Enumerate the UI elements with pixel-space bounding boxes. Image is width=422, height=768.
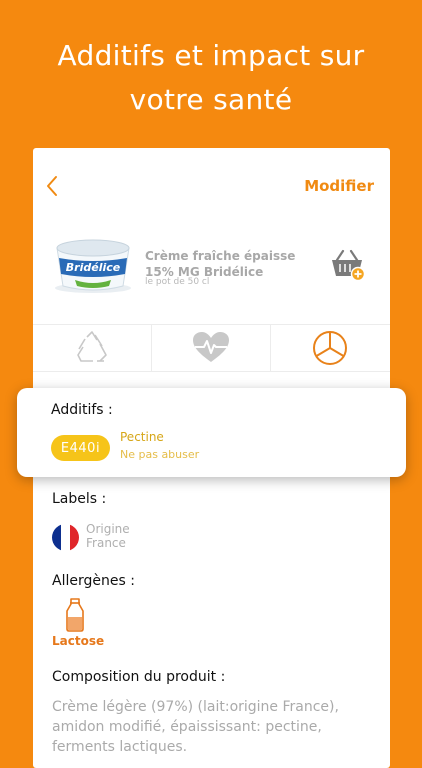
milk-bottle-icon: [66, 598, 84, 632]
composition-title: Composition du produit :: [52, 669, 226, 685]
additives-popup: Additifs : E440i Pectine Ne pas abuser: [17, 388, 406, 477]
tab-recycling[interactable]: [33, 325, 152, 371]
allergen-lactose: Lactose: [52, 634, 105, 648]
france-flag-icon: [52, 524, 79, 551]
mercedes-emblem-icon: [313, 331, 347, 365]
modify-button[interactable]: Modifier: [304, 177, 374, 195]
heart-pulse-icon: [193, 332, 229, 362]
recycle-icon: [77, 331, 107, 362]
product-name: Crème fraîche épaisse 15% MG Bridélice: [145, 249, 296, 279]
additives-title: Additifs :: [51, 402, 113, 418]
product-brand-logo: Bridélice: [66, 261, 121, 274]
allergens-title: Allergènes :: [52, 573, 135, 589]
analysis-tabs: [33, 324, 390, 372]
product-quantity: le pot de 50 cl: [145, 277, 210, 287]
product-image: Bridélice: [55, 239, 131, 293]
tab-brand[interactable]: [271, 325, 389, 371]
headline-line-1: Additifs et impact sur: [57, 39, 365, 72]
additive-advice: Ne pas abuser: [120, 448, 200, 461]
headline: Additifs et impact sur votre santé: [0, 34, 422, 122]
headline-line-2: votre santé: [129, 83, 293, 116]
origin-label-line-2: France: [86, 536, 126, 550]
add-to-basket-icon[interactable]: [329, 246, 365, 282]
additive-code-badge[interactable]: E440i: [51, 435, 110, 461]
additive-name: Pectine: [120, 430, 164, 444]
labels-title: Labels :: [52, 491, 107, 507]
back-chevron-icon[interactable]: [41, 174, 65, 198]
tab-health[interactable]: [152, 325, 271, 371]
composition-text: Crème légère (97%) (lait:origine France)…: [52, 699, 339, 755]
origin-label: Origine France: [86, 522, 130, 550]
origin-label-line-1: Origine: [86, 522, 130, 536]
